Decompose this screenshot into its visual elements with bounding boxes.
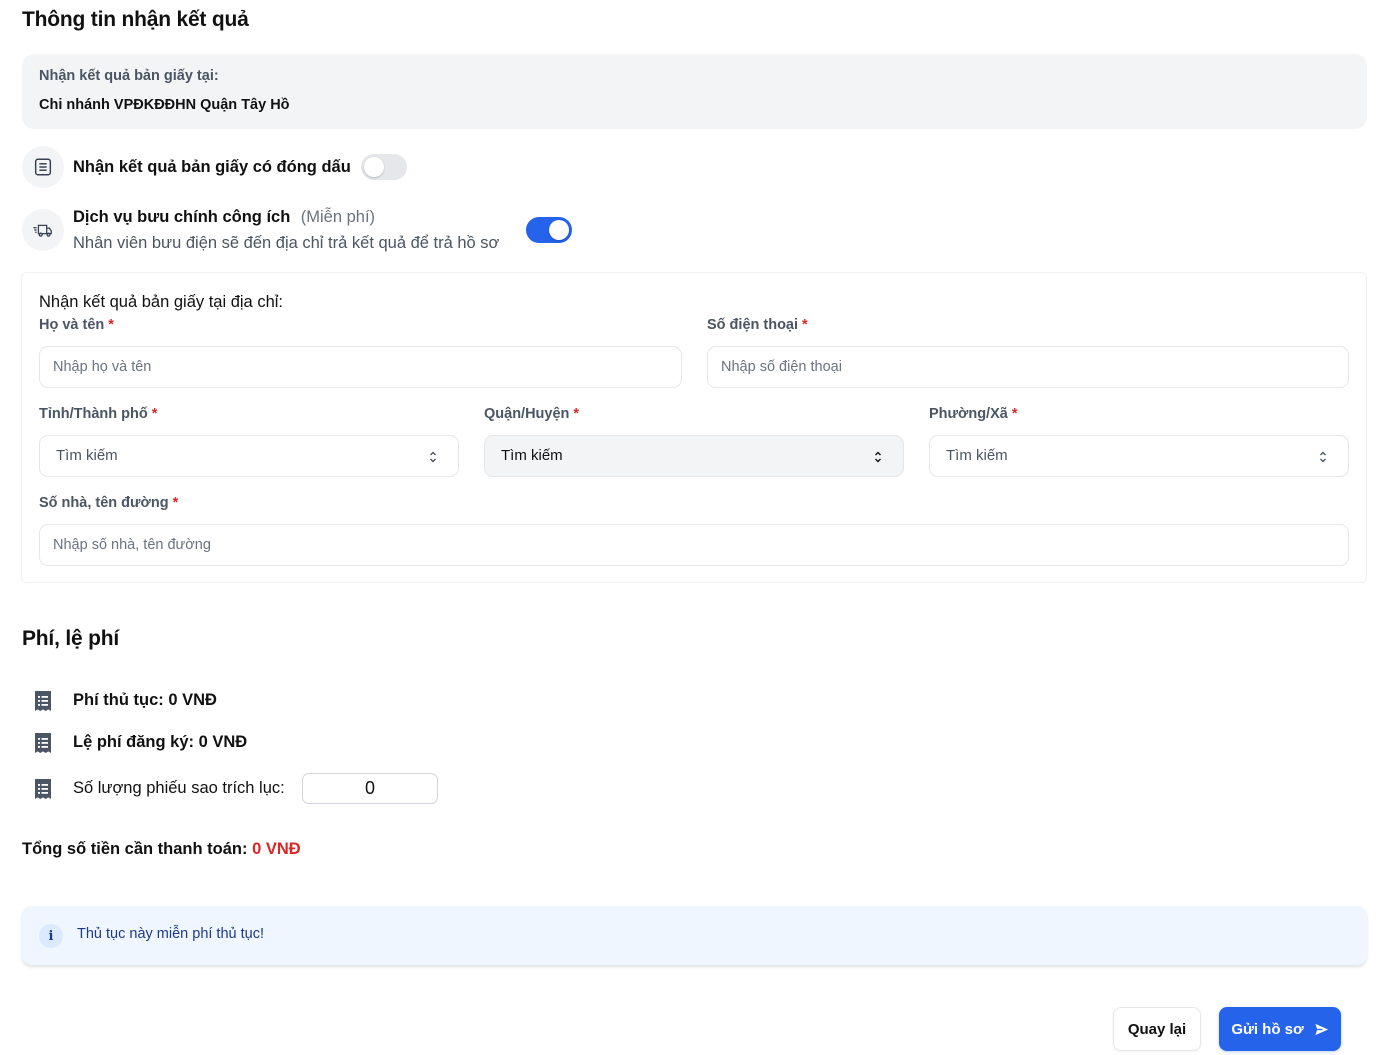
registration-fee: Lệ phí đăng ký: 0 VNĐ [73, 733, 248, 751]
full-name-label-text: Họ và tên [39, 317, 105, 333]
district-label: Quận/Huyện * [484, 406, 579, 422]
full-name-label: Họ và tên * [39, 317, 114, 333]
pickup-location-box: Nhận kết quả bản giấy tại: Chi nhánh VPĐ… [22, 54, 1367, 129]
required-mark: * [1011, 406, 1018, 422]
receipt-icon [35, 779, 51, 799]
total-payment-amount: 0 VNĐ [252, 840, 301, 858]
postal-option-toggle[interactable] [526, 217, 572, 243]
ward-label: Phường/Xã * [929, 406, 1017, 422]
submit-button-label: Gửi hồ sơ [1231, 1020, 1304, 1038]
phone-input[interactable]: Nhập số điện thoại [707, 346, 1349, 388]
province-label-text: Tỉnh/Thành phố [39, 406, 148, 422]
pickup-location-value: Chi nhánh VPĐKĐĐHN Quận Tây Hồ [39, 97, 290, 113]
receipt-icon [35, 733, 51, 753]
fees-section-title: Phí, lệ phí [22, 627, 119, 650]
full-name-input[interactable]: Nhập họ và tên [39, 346, 682, 388]
result-section-title: Thông tin nhận kết quả [22, 8, 249, 31]
required-mark: * [573, 406, 580, 422]
toggle-knob [364, 157, 384, 177]
info-notice-text: Thủ tục này miễn phí thủ tục! [77, 926, 264, 942]
info-notice: i Thủ tục này miễn phí thủ tục! [22, 906, 1367, 965]
district-select-value: Tìm kiếm [501, 447, 563, 464]
chevron-up-down-icon [875, 451, 881, 463]
receipt-icon [35, 691, 51, 711]
submit-button[interactable]: Gửi hồ sơ [1219, 1007, 1341, 1051]
procedure-fee: Phí thủ tục: 0 VNĐ [73, 691, 217, 709]
ward-select-value: Tìm kiếm [946, 447, 1008, 464]
phone-label: Số điện thoại * [707, 317, 808, 333]
copy-count-input[interactable]: 0 [302, 773, 438, 804]
postal-option-free-note: (Miễn phí) [300, 208, 376, 226]
stamped-option-toggle[interactable] [361, 154, 407, 180]
back-button[interactable]: Quay lại [1113, 1007, 1201, 1051]
ward-label-text: Phường/Xã [929, 406, 1008, 422]
send-icon [1315, 1023, 1328, 1035]
pickup-location-label: Nhận kết quả bản giấy tại: [39, 68, 219, 84]
document-list-icon [22, 146, 64, 188]
street-input[interactable]: Nhập số nhà, tên đường [39, 524, 1349, 566]
copy-count-label: Số lượng phiếu sao trích lục: [73, 779, 285, 797]
province-select-value: Tìm kiếm [56, 447, 118, 464]
required-mark: * [108, 317, 114, 333]
chevron-up-down-icon [1320, 451, 1326, 463]
toggle-knob [549, 220, 569, 240]
phone-label-text: Số điện thoại [707, 317, 799, 333]
back-button-label: Quay lại [1127, 1020, 1187, 1038]
address-form-heading: Nhận kết quả bản giấy tại địa chỉ: [39, 293, 283, 311]
total-payment-label: Tổng số tiền cần thanh toán: [22, 840, 248, 858]
postal-option-description: Nhân viên bưu điện sẽ đến địa chỉ trả kế… [73, 234, 500, 252]
ward-select[interactable]: Tìm kiếm [929, 435, 1349, 477]
district-label-text: Quận/Huyện [484, 406, 570, 422]
required-mark: * [151, 406, 158, 422]
stamped-option-label: Nhận kết quả bản giấy có đóng dấu [73, 158, 351, 176]
delivery-truck-icon [22, 209, 64, 251]
postal-option-label: Dịch vụ bưu chính công ích [73, 208, 291, 226]
province-label: Tỉnh/Thành phố * [39, 406, 157, 422]
chevron-up-down-icon [430, 451, 436, 463]
district-select[interactable]: Tìm kiếm [484, 435, 904, 477]
info-icon: i [39, 924, 63, 948]
total-payment: Tổng số tiền cần thanh toán: 0 VNĐ [22, 840, 301, 859]
street-label: Số nhà, tên đường * [39, 495, 178, 511]
required-mark: * [172, 495, 179, 511]
province-select[interactable]: Tìm kiếm [39, 435, 459, 477]
street-label-text: Số nhà, tên đường [39, 495, 169, 511]
required-mark: * [802, 317, 808, 333]
